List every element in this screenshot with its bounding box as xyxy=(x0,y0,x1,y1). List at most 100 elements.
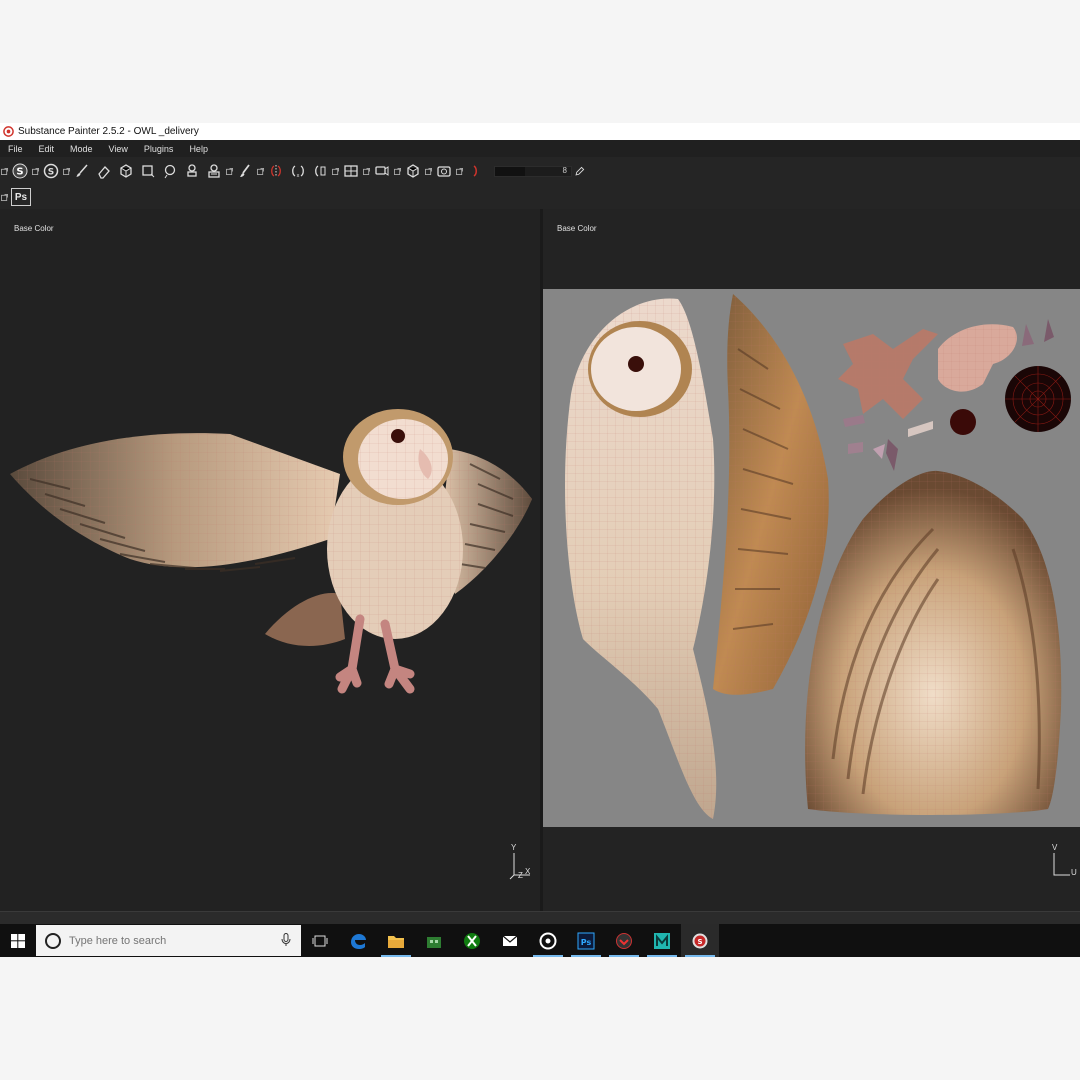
task-view-icon xyxy=(312,935,328,946)
running-indicator xyxy=(647,955,677,957)
symmetry-icon[interactable] xyxy=(265,160,287,182)
svg-text:x: x xyxy=(297,173,300,179)
owl-uv-islands xyxy=(564,294,1071,819)
slider-value: 8 xyxy=(562,165,567,175)
popout-icon[interactable] xyxy=(63,167,70,175)
viewport-channel-label: Base Color xyxy=(557,224,597,233)
clone-stamp-icon[interactable] xyxy=(181,160,203,182)
viewport-3d[interactable]: Base Color Y X Z xyxy=(0,209,540,911)
mail-icon xyxy=(502,935,518,946)
menu-file[interactable]: File xyxy=(0,144,31,154)
taskbar-app-red[interactable] xyxy=(605,924,643,957)
menu-help[interactable]: Help xyxy=(181,144,216,154)
task-view-button[interactable] xyxy=(301,924,339,957)
popout-icon[interactable] xyxy=(226,167,233,175)
popout-icon[interactable] xyxy=(394,167,401,175)
slider-track[interactable]: 8 xyxy=(494,165,572,177)
folder-icon xyxy=(388,935,404,948)
uv-texture-canvas[interactable] xyxy=(543,289,1080,827)
projection-icon[interactable] xyxy=(115,160,137,182)
symmetry-x-icon[interactable]: x xyxy=(287,160,309,182)
menu-mode[interactable]: Mode xyxy=(62,144,101,154)
pencil-icon[interactable] xyxy=(572,160,586,182)
windows-logo-icon xyxy=(11,933,25,948)
slider-fill xyxy=(495,166,526,176)
main-toolbar: S S x 8 xyxy=(0,157,1080,185)
taskbar-app-substance-painter[interactable]: S xyxy=(681,924,719,957)
window-title: Substance Painter 2.5.2 - OWL _delivery xyxy=(18,126,199,137)
title-bar: Substance Painter 2.5.2 - OWL _delivery xyxy=(0,123,1080,140)
popout-icon[interactable] xyxy=(332,167,339,175)
camera-view-icon[interactable] xyxy=(371,160,393,182)
popout-icon[interactable] xyxy=(32,167,39,175)
svg-text:Ps: Ps xyxy=(581,938,592,947)
taskbar-app-groove[interactable] xyxy=(529,924,567,957)
photoshop-export-button[interactable]: Ps xyxy=(11,188,31,206)
smudge-icon[interactable] xyxy=(159,160,181,182)
axis-y-label: Y xyxy=(511,843,517,852)
axis-v-label: V xyxy=(1052,843,1058,852)
svg-text:S: S xyxy=(697,938,702,946)
popout-icon[interactable] xyxy=(1,167,8,175)
maya-icon xyxy=(654,932,670,949)
taskbar-app-mail[interactable] xyxy=(491,924,529,957)
paint-brush-icon[interactable] xyxy=(71,160,93,182)
taskbar-app-file-explorer[interactable] xyxy=(377,924,415,957)
running-indicator xyxy=(571,955,601,957)
app-red-icon xyxy=(616,932,632,949)
polygon-fill-icon[interactable] xyxy=(137,160,159,182)
substance-painter-window: Substance Painter 2.5.2 - OWL _delivery … xyxy=(0,123,1080,957)
popout-icon[interactable] xyxy=(363,167,370,175)
symmetry-mirror-icon[interactable] xyxy=(309,160,331,182)
microphone-icon[interactable] xyxy=(281,933,291,947)
plugin-toolbar: Ps xyxy=(0,185,1080,209)
store-icon xyxy=(427,936,441,948)
running-indicator xyxy=(685,955,715,957)
split-view-icon[interactable] xyxy=(340,160,362,182)
taskbar-app-store[interactable] xyxy=(415,924,453,957)
taskbar-app-edge[interactable] xyxy=(339,924,377,957)
cortana-icon xyxy=(45,932,61,949)
shelf-s-icon[interactable]: S xyxy=(9,160,31,182)
taskbar-app-photoshop[interactable]: Ps xyxy=(567,924,605,957)
popout-icon[interactable] xyxy=(1,193,8,201)
windows-taskbar: Ps S xyxy=(0,924,1080,957)
menu-edit[interactable]: Edit xyxy=(31,144,63,154)
taskbar-search[interactable] xyxy=(36,925,301,956)
taskbar-app-xbox[interactable] xyxy=(453,924,491,957)
popout-icon[interactable] xyxy=(425,167,432,175)
axis-gizmo-uv: V U xyxy=(1049,843,1077,886)
menu-bar: File Edit Mode View Plugins Help xyxy=(0,140,1080,157)
axis-x-label: X xyxy=(525,867,531,876)
substance-painter-icon: S xyxy=(692,933,708,948)
running-indicator xyxy=(609,955,639,957)
running-indicator xyxy=(533,955,563,957)
popout-icon[interactable] xyxy=(257,167,264,175)
lazy-mouse-slider[interactable]: 8 xyxy=(494,160,586,182)
axis-z-label: Z xyxy=(518,871,523,880)
axis-u-label: U xyxy=(1071,868,1077,877)
edge-icon xyxy=(351,933,366,949)
substance-icon[interactable]: S xyxy=(40,160,62,182)
groove-music-icon xyxy=(539,932,557,949)
photoshop-icon: Ps xyxy=(577,932,595,949)
start-button[interactable] xyxy=(0,924,36,957)
screenshot-camera-icon[interactable] xyxy=(433,160,455,182)
lazy-mouse-icon[interactable] xyxy=(464,160,486,182)
popout-icon[interactable] xyxy=(456,167,463,175)
material-picker-icon[interactable] xyxy=(203,160,225,182)
cube-icon[interactable] xyxy=(402,160,424,182)
running-indicator xyxy=(381,955,411,957)
svg-text:S: S xyxy=(48,168,54,178)
viewport-2d-uv[interactable]: Base Color V U xyxy=(543,209,1080,911)
menu-view[interactable]: View xyxy=(101,144,136,154)
eraser-icon[interactable] xyxy=(93,160,115,182)
brush-settings-icon[interactable] xyxy=(234,160,256,182)
owl-3d-model xyxy=(10,409,532,694)
taskbar-app-maya[interactable] xyxy=(643,924,681,957)
search-input[interactable] xyxy=(69,934,269,947)
menu-plugins[interactable]: Plugins xyxy=(136,144,182,154)
substance-painter-logo-icon xyxy=(3,126,14,137)
svg-text:S: S xyxy=(16,167,23,178)
axis-gizmo-3d: Y X Z xyxy=(508,843,534,886)
